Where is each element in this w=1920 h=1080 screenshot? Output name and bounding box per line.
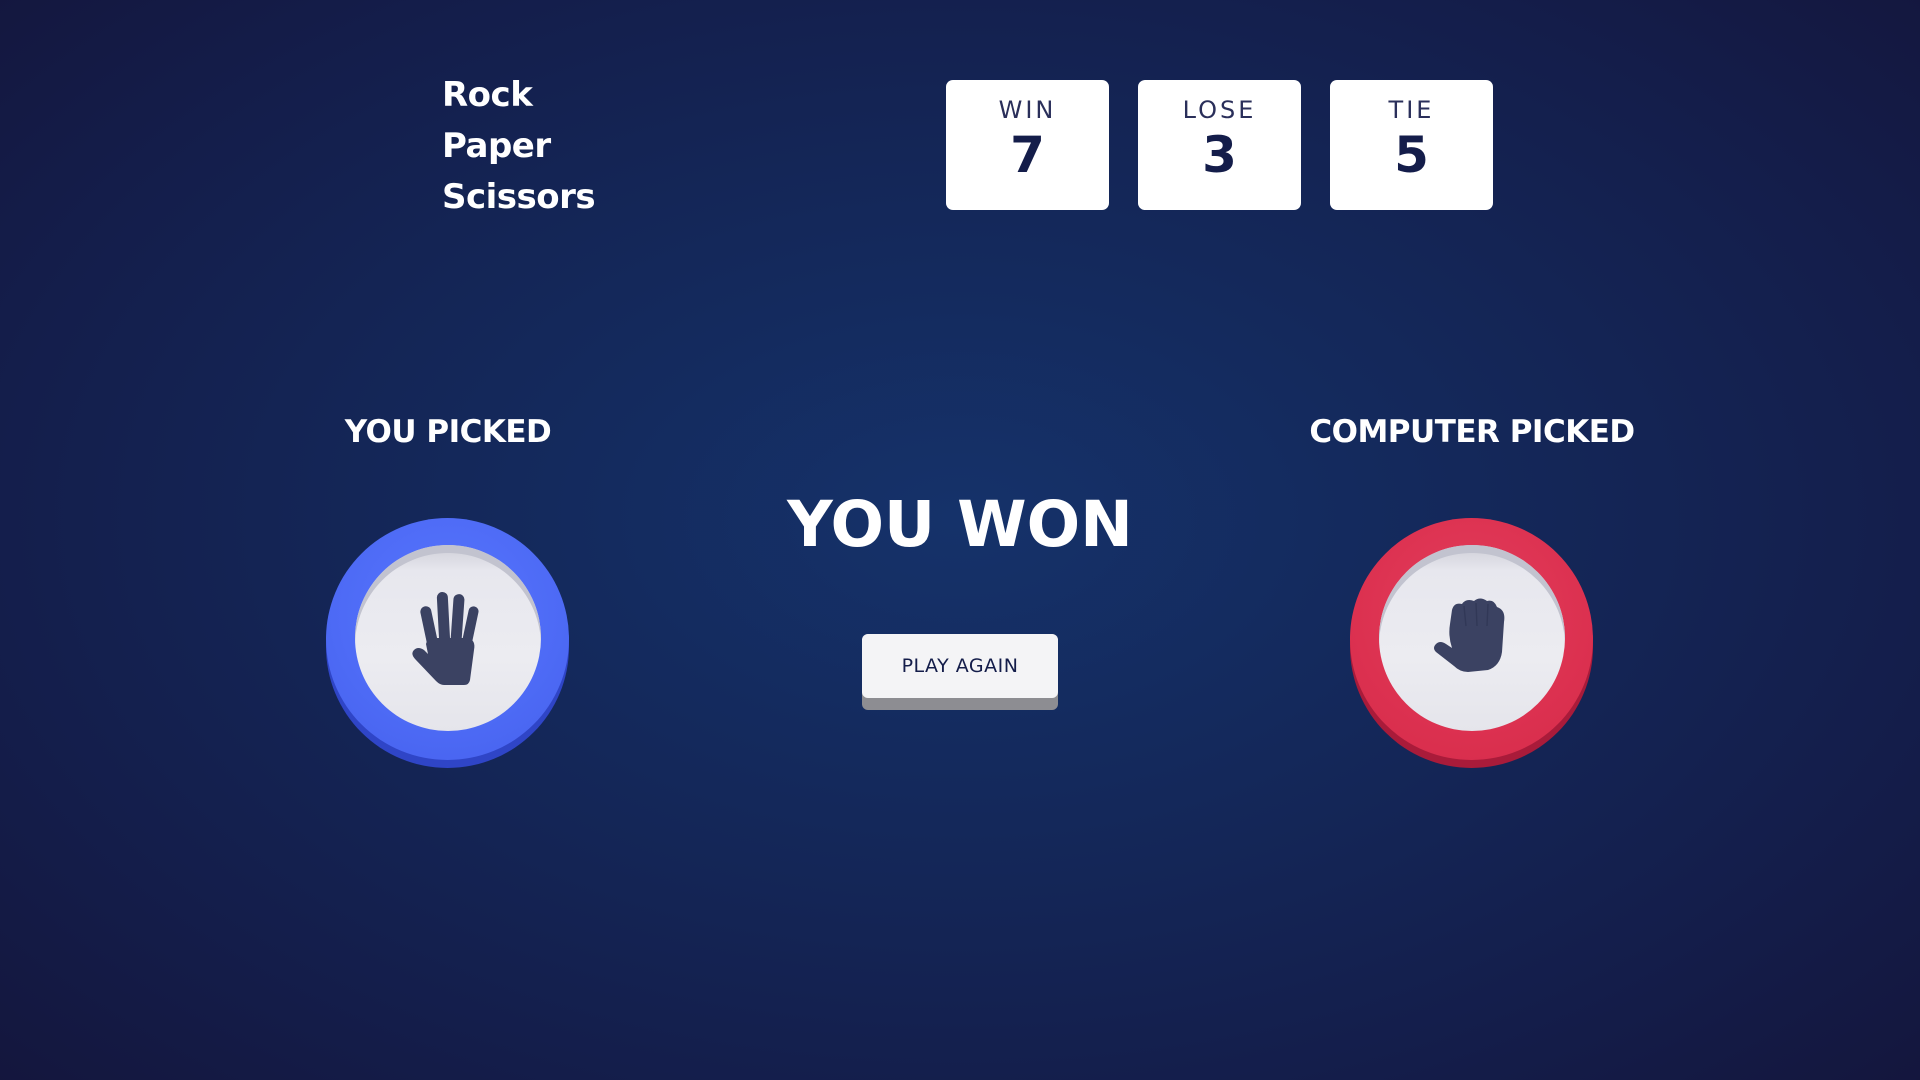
play-again-button[interactable]: PLAY AGAIN — [862, 634, 1058, 710]
computer-pick-label: COMPUTER PICKED — [1309, 414, 1635, 450]
score-card-lose: LOSE 3 — [1138, 80, 1301, 210]
score-card-tie: TIE 5 — [1330, 80, 1493, 210]
score-value: 5 — [1394, 126, 1429, 184]
score-value: 3 — [1202, 126, 1237, 184]
score-card-win: WIN 7 — [946, 80, 1109, 210]
play-again-label: PLAY AGAIN — [862, 634, 1058, 698]
token-face — [1379, 545, 1565, 731]
score-board: WIN 7 LOSE 3 TIE 5 — [946, 80, 1493, 210]
rock-fist-icon — [1434, 598, 1505, 672]
title-line-scissors: Scissors — [442, 177, 596, 217]
title-line-rock: Rock — [442, 75, 533, 115]
score-value: 7 — [1010, 126, 1045, 184]
score-label: TIE — [1388, 96, 1435, 124]
computer-choice-token — [1350, 518, 1593, 768]
score-label: WIN — [998, 96, 1057, 124]
score-label: LOSE — [1182, 96, 1257, 124]
game-title: Rock Paper Scissors — [442, 70, 596, 223]
result-text: YOU WON — [787, 488, 1133, 561]
paper-hand-icon — [412, 592, 479, 685]
player-choice-token — [326, 518, 569, 768]
token-face — [355, 545, 541, 731]
title-line-paper: Paper — [442, 126, 551, 166]
player-pick-label: YOU PICKED — [344, 414, 552, 450]
